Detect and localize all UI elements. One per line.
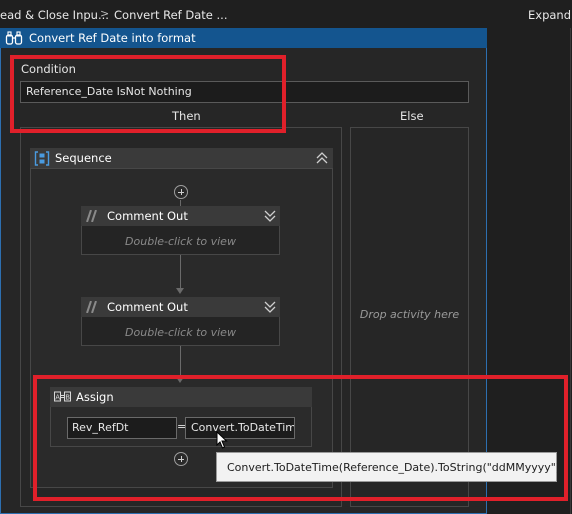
highlight-box-condition bbox=[10, 55, 286, 133]
add-activity-icon[interactable] bbox=[174, 185, 188, 199]
binoculars-icon bbox=[5, 31, 23, 45]
if-activity-title: Convert Ref Date into format bbox=[29, 31, 196, 45]
comment-out-title: Comment Out bbox=[107, 300, 188, 314]
comment-out-icon bbox=[86, 301, 97, 313]
expand-all-button[interactable]: Expand A bbox=[528, 8, 572, 22]
expression-tooltip: Convert.ToDateTime(Reference_Date).ToStr… bbox=[216, 452, 560, 482]
canvas-edge bbox=[570, 28, 571, 514]
sequence-icon bbox=[34, 151, 50, 166]
highlight-box-assign bbox=[33, 375, 568, 501]
else-label: Else bbox=[400, 109, 424, 123]
sequence-title: Sequence bbox=[55, 151, 112, 165]
breadcrumb-item-convert-ref-date[interactable]: Convert Ref Date ... bbox=[114, 8, 228, 22]
breadcrumb-separator: > bbox=[100, 7, 110, 20]
flow-connector bbox=[180, 255, 181, 290]
comment-out-hint: Double-click to view bbox=[125, 235, 236, 248]
comment-out-title: Comment Out bbox=[107, 209, 188, 223]
comment-out-hint: Double-click to view bbox=[125, 326, 236, 339]
else-drop-hint: Drop activity here bbox=[359, 308, 460, 321]
mouse-cursor-icon bbox=[216, 431, 228, 449]
expand-chevron-icon[interactable] bbox=[264, 209, 276, 223]
flow-arrow-icon bbox=[176, 288, 184, 294]
breadcrumb-item-read-close-input[interactable]: ead & Close Inpu... bbox=[0, 8, 109, 22]
flow-connector bbox=[180, 346, 181, 378]
collapse-icon[interactable] bbox=[316, 151, 328, 165]
expand-chevron-icon[interactable] bbox=[264, 300, 276, 314]
comment-out-icon bbox=[86, 210, 97, 222]
